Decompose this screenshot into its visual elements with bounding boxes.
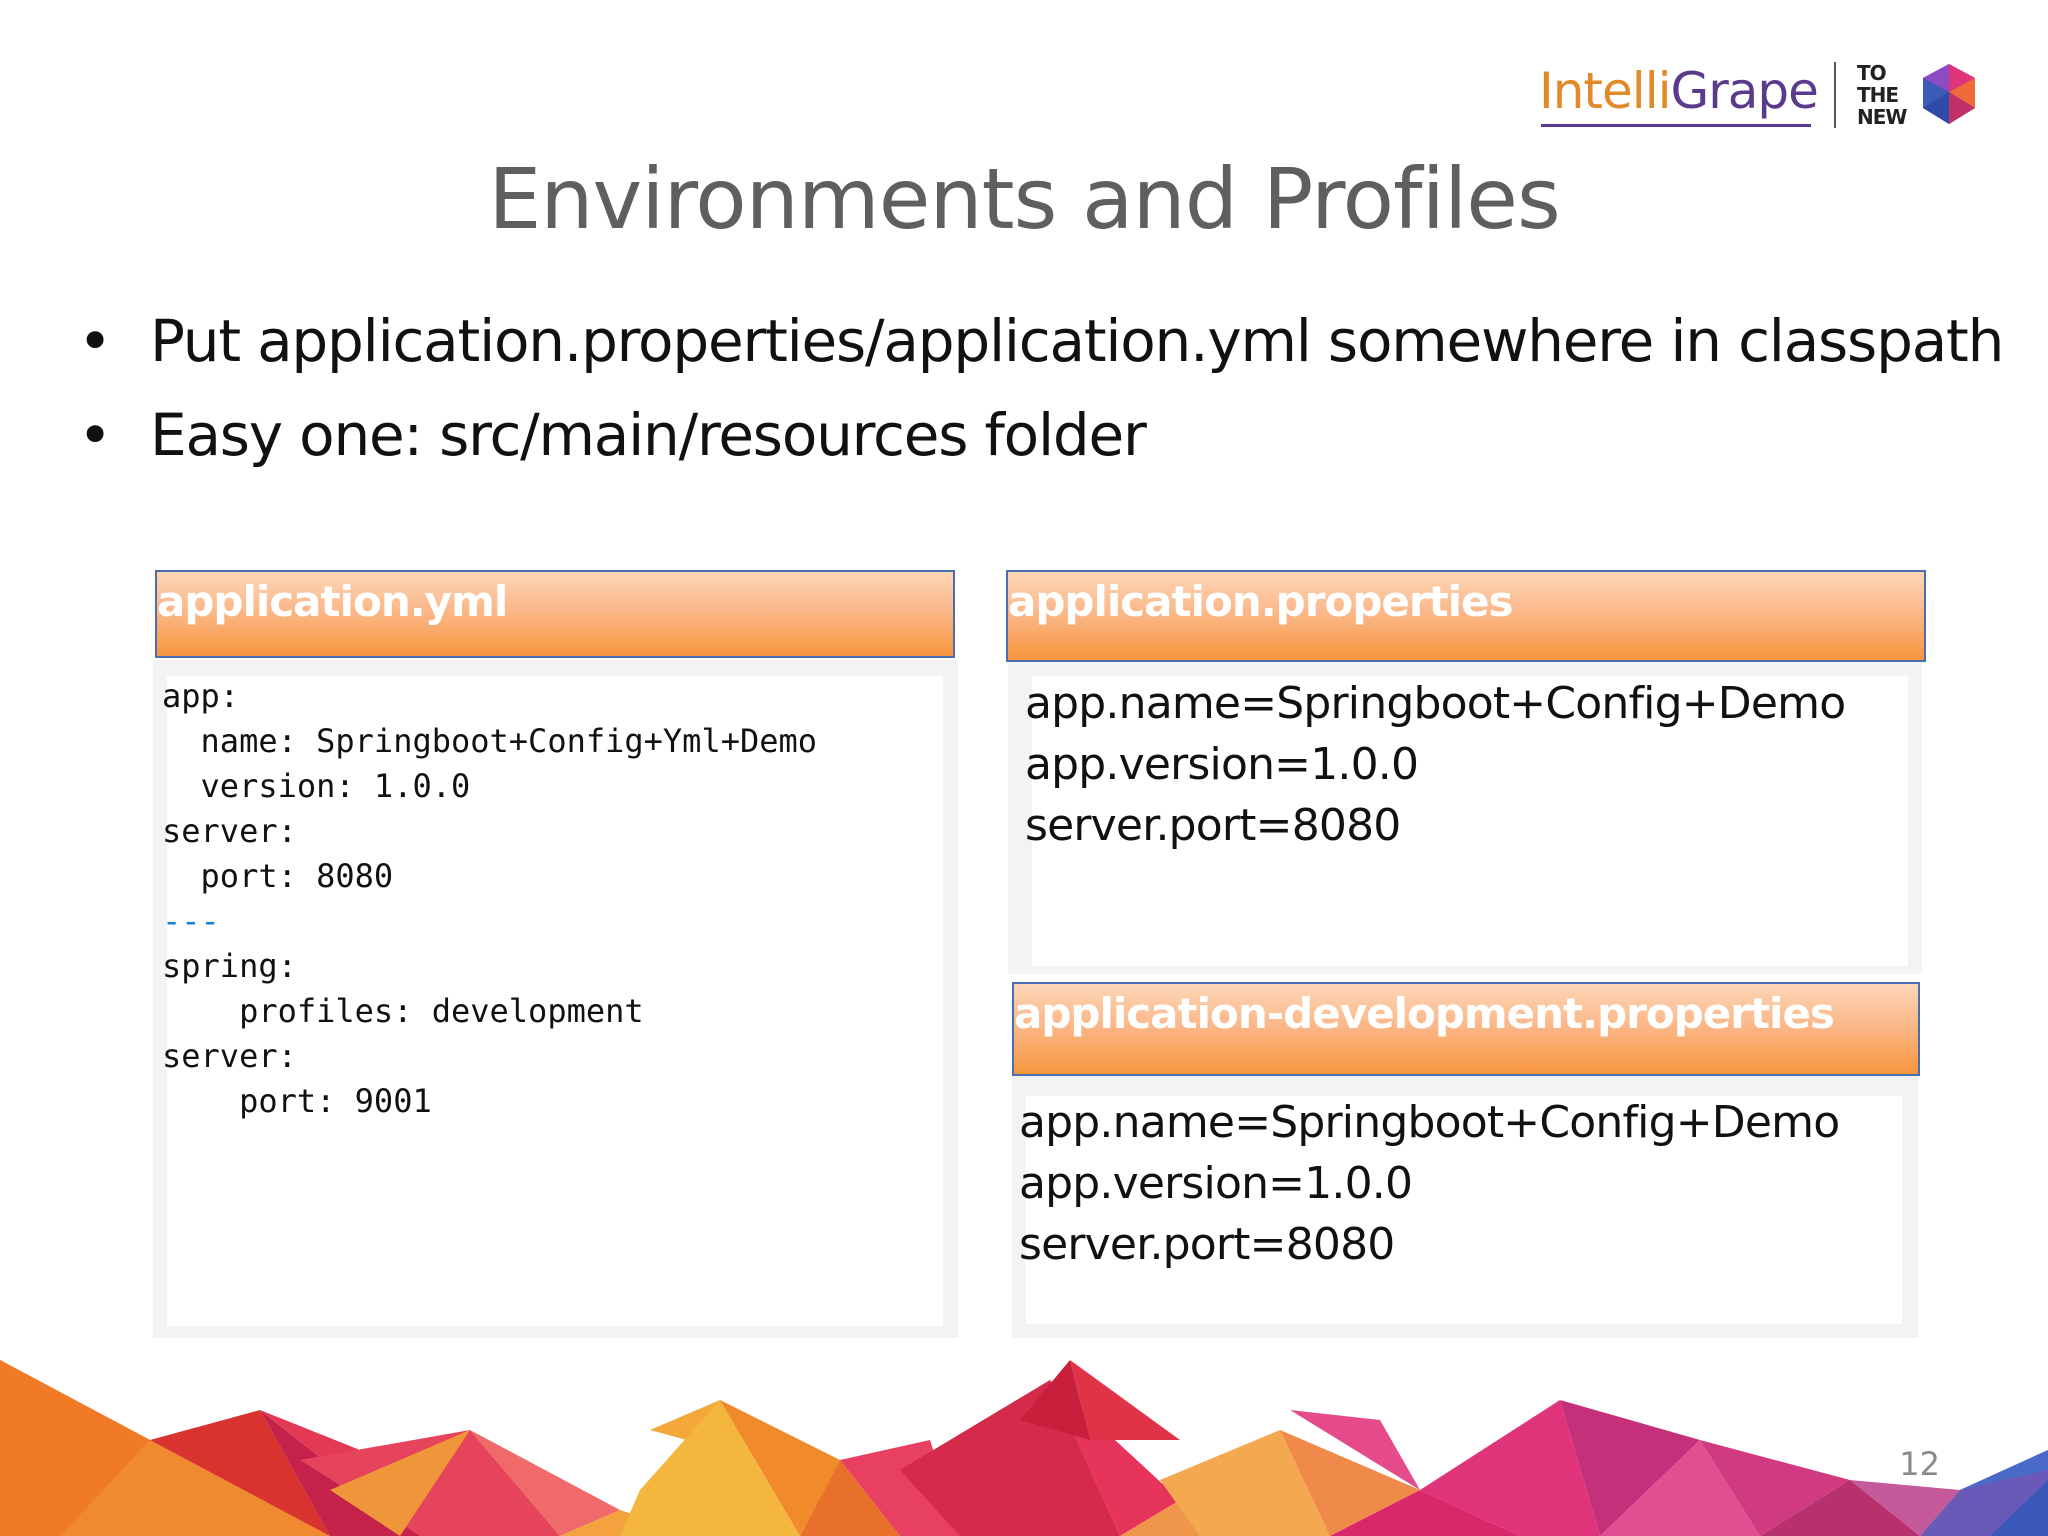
- properties-panel-header: application.properties: [1006, 570, 1926, 662]
- code-line: server:: [162, 812, 297, 850]
- bullet-text: Easy one: src/main/resources folder: [150, 401, 1147, 469]
- bullet-text: Put application.properties/application.y…: [150, 307, 2004, 375]
- bullet-list: • Put application.properties/application…: [78, 298, 2038, 486]
- code-line: spring:: [162, 947, 297, 985]
- property-line: app.name=Springboot+Config+Demo: [1025, 678, 1846, 729]
- property-line: server.port=8080: [1025, 800, 1401, 851]
- code-line: profiles: development: [162, 992, 644, 1030]
- yaml-document-separator: ---: [162, 902, 220, 940]
- code-line: port: 9001: [162, 1082, 432, 1120]
- logo-brand-prefix: Intelli: [1539, 62, 1671, 120]
- tothenew-logo-text: TO THE NEW: [1857, 61, 1907, 129]
- company-logo: IntelliGrape TO THE NEW: [1535, 58, 1975, 134]
- yml-code-block: app: name: Springboot+Config+Yml+Demo ve…: [162, 674, 817, 1124]
- intelligrape-logo-text: IntelliGrape: [1539, 62, 1819, 120]
- property-line: app.version=1.0.0: [1025, 739, 1419, 790]
- code-line: version: 1.0.0: [162, 767, 471, 805]
- yml-panel-header: application.yml: [155, 570, 955, 658]
- property-line: app.version=1.0.0: [1019, 1158, 1413, 1209]
- bullet-dot-icon: •: [78, 307, 112, 375]
- code-line: name: Springboot+Config+Yml+Demo: [162, 722, 818, 760]
- footer-mountain-decoration: [0, 1360, 2048, 1536]
- property-line: app.name=Springboot+Config+Demo: [1019, 1097, 1840, 1148]
- dev-properties-panel-header: application-development.properties: [1012, 982, 1920, 1076]
- property-line: server.port=8080: [1019, 1219, 1395, 1270]
- gem-logo-icon: [1923, 64, 1975, 124]
- dev-properties-list: app.name=Springboot+Config+Demo app.vers…: [1019, 1092, 1840, 1275]
- bullet-dot-icon: •: [78, 401, 112, 469]
- code-line: server:: [162, 1037, 297, 1075]
- page-number: 12: [1899, 1445, 1940, 1483]
- bullet-item: • Easy one: src/main/resources folder: [78, 392, 2038, 486]
- bullet-item: • Put application.properties/application…: [78, 298, 2038, 392]
- properties-list: app.name=Springboot+Config+Demo app.vers…: [1025, 673, 1846, 856]
- slide-title: Environments and Profiles: [488, 150, 1561, 248]
- code-line: port: 8080: [162, 857, 394, 895]
- logo-brand-suffix: Grape: [1670, 62, 1818, 120]
- slide: IntelliGrape TO THE NEW Environments and…: [0, 0, 2048, 1536]
- logo-divider: [1834, 62, 1836, 128]
- code-line: app:: [162, 677, 240, 715]
- logo-underline: [1541, 124, 1811, 127]
